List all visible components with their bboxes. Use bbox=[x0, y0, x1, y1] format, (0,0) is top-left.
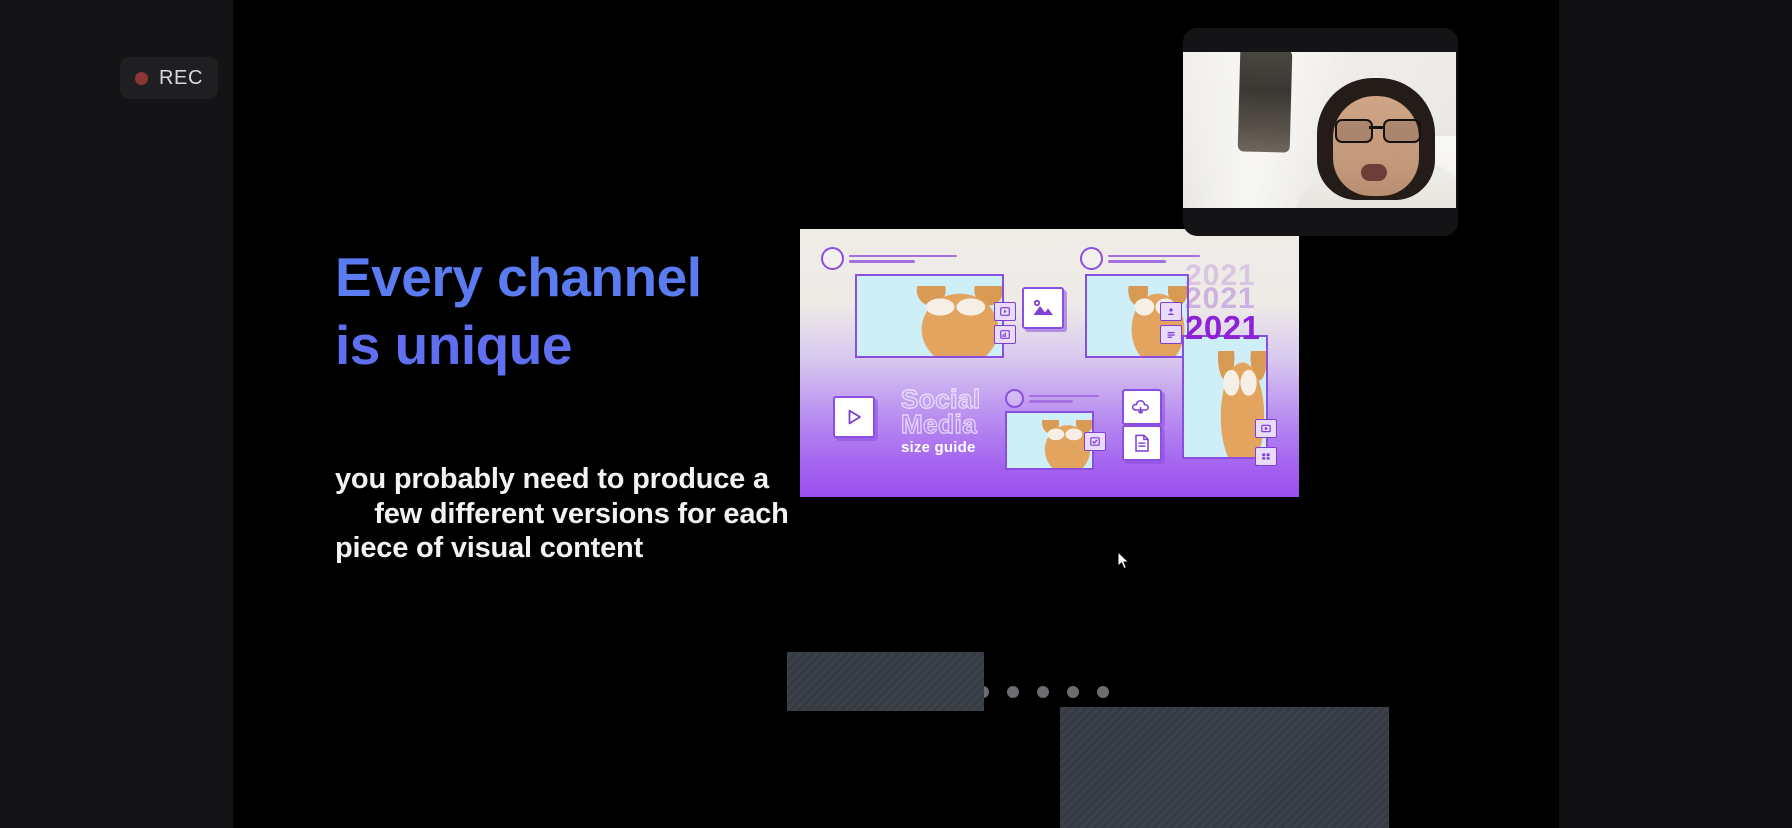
pagination-dot-4[interactable] bbox=[1007, 686, 1019, 698]
pagination-dot-6[interactable] bbox=[1067, 686, 1079, 698]
right-rail bbox=[1559, 0, 1792, 828]
pagination-dot-7[interactable] bbox=[1097, 686, 1109, 698]
play-icon bbox=[833, 396, 875, 438]
artwork-year-block: 2021 2021 2021 bbox=[1185, 260, 1275, 346]
webcam-participant bbox=[1293, 74, 1456, 208]
mouse-cursor bbox=[1117, 550, 1130, 570]
artwork-subtitle: size guide bbox=[901, 439, 976, 457]
webcam-video-feed[interactable] bbox=[1183, 52, 1456, 208]
placeholder-lines bbox=[849, 254, 957, 263]
participant-face bbox=[1333, 96, 1419, 196]
text-chip-icon bbox=[1160, 325, 1182, 344]
recording-label: REC bbox=[158, 66, 204, 89]
bottom-panel-right[interactable] bbox=[1060, 707, 1389, 828]
cat-photo-frame-4 bbox=[1182, 335, 1268, 459]
slide-artwork-social-media-size-guide: Social Media size guide 2021 2021 2021 bbox=[800, 229, 1299, 497]
upload-cloud-icon bbox=[1122, 389, 1162, 425]
chart-chip-icon bbox=[994, 325, 1016, 344]
left-rail: REC bbox=[0, 0, 233, 828]
tag-chip-icon bbox=[1255, 419, 1277, 438]
document-icon bbox=[1122, 425, 1162, 461]
slide-body-line-2: few different versions for each bbox=[335, 497, 789, 530]
plus-badge-icon bbox=[1080, 247, 1103, 270]
slide-heading-line-1: Every channel bbox=[335, 246, 702, 308]
recording-indicator-icon bbox=[134, 71, 148, 85]
slide-heading: Every channel is unique bbox=[335, 243, 702, 379]
glasses-icon bbox=[1333, 119, 1421, 143]
artwork-caption-bar-1 bbox=[821, 247, 957, 270]
person-chip-icon bbox=[1160, 302, 1182, 321]
artwork-year: 2021 bbox=[1185, 308, 1261, 346]
slide-heading-line-2: is unique bbox=[335, 314, 572, 377]
video-chip-icon bbox=[994, 302, 1016, 321]
plus-badge-icon bbox=[821, 247, 844, 270]
image-icon bbox=[1022, 287, 1064, 329]
grid-chip-icon bbox=[1255, 447, 1277, 466]
artwork-caption-bar-2 bbox=[1080, 247, 1200, 270]
slide-body-line-3: piece of visual content bbox=[335, 532, 644, 564]
cat-photo-frame-1 bbox=[855, 274, 1004, 358]
artwork-title-line-1: Social bbox=[900, 384, 981, 414]
recording-badge[interactable]: REC bbox=[120, 57, 218, 99]
bottom-panel-left[interactable] bbox=[787, 652, 984, 711]
hanging-garment bbox=[1237, 52, 1293, 153]
artwork-title-line-2: Media bbox=[900, 408, 978, 439]
artwork-title: Social Media bbox=[900, 384, 1061, 439]
participant-mouth bbox=[1361, 164, 1387, 181]
checkbox-icon bbox=[1084, 432, 1106, 451]
artwork-title-block: Social Media size guide bbox=[900, 384, 1061, 457]
artwork-year-echo-2: 2021 bbox=[1185, 282, 1256, 316]
pagination-dot-5[interactable] bbox=[1037, 686, 1049, 698]
